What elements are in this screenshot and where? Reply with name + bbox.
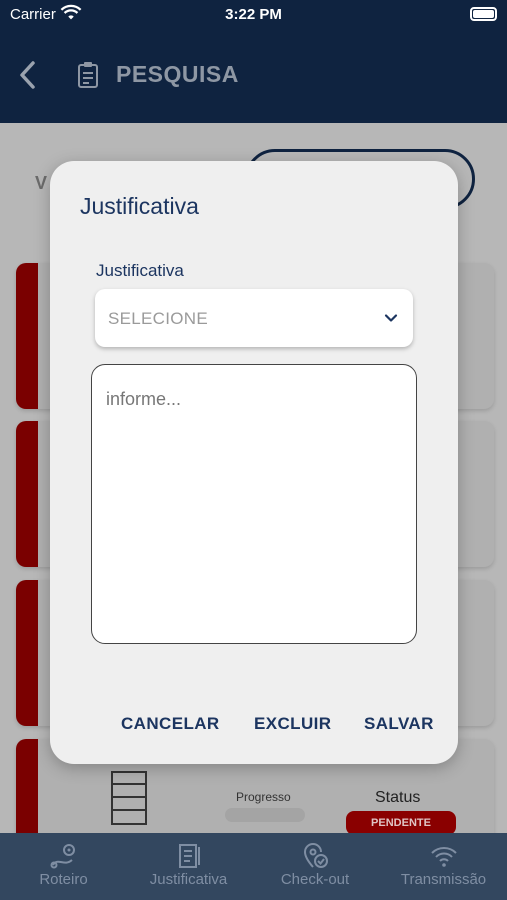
status-badge: PENDENTE	[346, 811, 456, 835]
justificativa-field-label: Justificativa	[96, 261, 184, 280]
dialog-title: Justificativa	[80, 193, 199, 219]
status-bar: Carrier 3:22 PM	[0, 0, 507, 30]
textarea-placeholder: informe...	[106, 389, 182, 409]
shelf-rack-icon	[111, 771, 147, 825]
tab-roteiro[interactable]: Roteiro	[0, 833, 127, 900]
justificativa-textarea[interactable]: informe...	[91, 364, 417, 644]
justificativa-select[interactable]: SELECIONE	[95, 289, 413, 347]
cancel-button[interactable]: CANCELAR	[121, 714, 220, 734]
page-title: PESQUISA	[116, 61, 239, 87]
progress-label: Progresso	[236, 790, 291, 804]
app-header: Carrier 3:22 PM PESQUISA	[0, 0, 507, 123]
back-button[interactable]	[16, 60, 40, 90]
tab-check-out[interactable]: Check-out	[250, 833, 380, 900]
document-icon	[178, 844, 200, 868]
clock: 3:22 PM	[225, 6, 282, 23]
chevron-down-icon	[384, 314, 398, 322]
clipboard-icon	[78, 62, 98, 88]
checkout-icon	[303, 843, 328, 868]
progress-bar	[225, 808, 305, 822]
wifi-icon	[430, 847, 457, 867]
background-label: V	[35, 173, 48, 193]
tab-label: Check-out	[280, 871, 350, 888]
route-icon	[50, 844, 75, 869]
justificativa-dialog: Justificativa Justificativa SELECIONE in…	[50, 161, 458, 764]
delete-button[interactable]: EXCLUIR	[254, 714, 331, 734]
tab-label: Roteiro	[39, 871, 88, 888]
battery-icon	[470, 7, 497, 21]
select-value: SELECIONE	[108, 309, 209, 328]
tab-label: Justificativa	[149, 871, 228, 888]
tab-justificativa[interactable]: Justificativa	[127, 833, 250, 900]
tab-label: Transmissão	[400, 871, 487, 888]
tab-transmissao[interactable]: Transmissão	[380, 833, 507, 900]
status-label: Status	[375, 789, 421, 806]
bottom-tab-bar: Roteiro Justificativa Check-out Transmis…	[0, 833, 507, 900]
save-button[interactable]: SALVAR	[364, 714, 434, 734]
